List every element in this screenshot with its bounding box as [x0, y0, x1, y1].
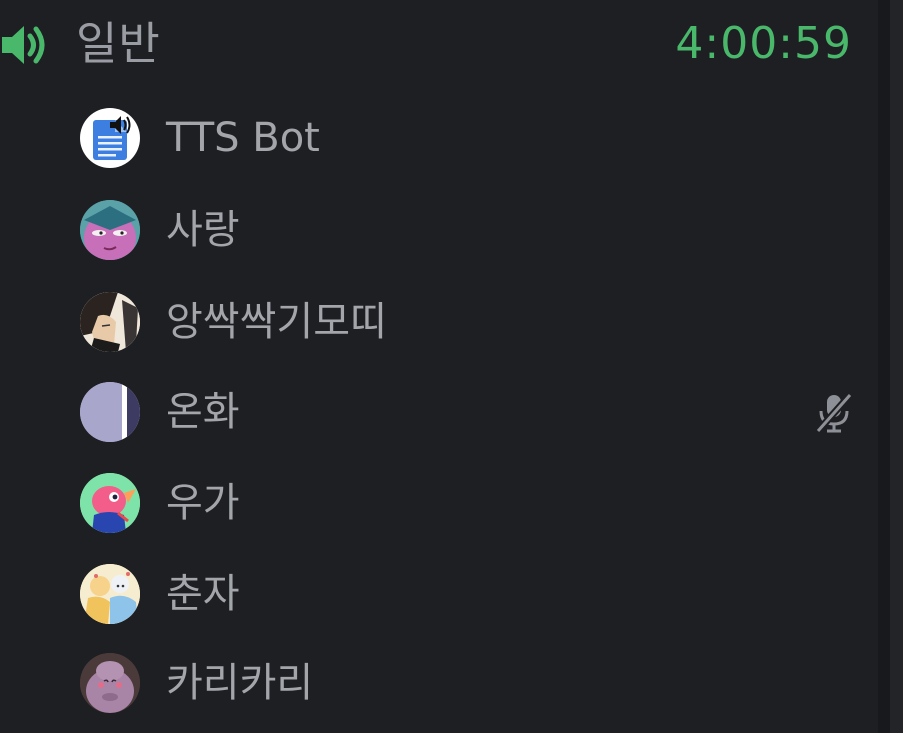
panel-edge	[890, 0, 903, 733]
purple-creature-icon	[80, 653, 140, 713]
avatar	[80, 653, 140, 713]
voice-member[interactable]: 사랑	[0, 185, 870, 275]
document-speaker-icon	[93, 116, 131, 160]
voice-member[interactable]: 춘자	[0, 549, 870, 639]
member-name: 사랑	[166, 207, 240, 253]
lavender-swatch-icon	[80, 382, 140, 442]
voice-member[interactable]: TTS Bot	[0, 93, 870, 183]
pastel-illustration-icon	[80, 564, 140, 624]
scrollbar[interactable]	[878, 0, 890, 733]
avatar	[80, 292, 140, 352]
member-name: TTS Bot	[166, 115, 320, 161]
member-name: 우가	[166, 480, 240, 526]
member-name: 온화	[166, 389, 240, 435]
pink-character-icon	[80, 200, 140, 260]
avatar	[80, 473, 140, 533]
voice-member[interactable]: 온화	[0, 367, 870, 457]
voice-member[interactable]: 우가	[0, 458, 870, 548]
member-name: 춘자	[166, 571, 240, 617]
voice-channel-header[interactable]: 일반 4:00:59	[0, 0, 870, 88]
voice-member[interactable]: 앙싹싹기모띠	[0, 277, 870, 367]
microphone-muted-icon[interactable]	[812, 391, 856, 435]
call-duration: 4:00:59	[675, 18, 852, 69]
pink-bird-icon	[80, 473, 140, 533]
speaker-icon	[2, 26, 45, 64]
avatar	[80, 564, 140, 624]
member-name: 앙싹싹기모띠	[166, 299, 387, 345]
member-name: 카리카리	[166, 660, 314, 706]
avatar	[80, 200, 140, 260]
avatar	[80, 108, 140, 168]
voice-member[interactable]: 카리카리	[0, 638, 870, 728]
dark-hair-character-icon	[80, 292, 140, 352]
avatar	[80, 382, 140, 442]
channel-name: 일반	[76, 17, 161, 70]
